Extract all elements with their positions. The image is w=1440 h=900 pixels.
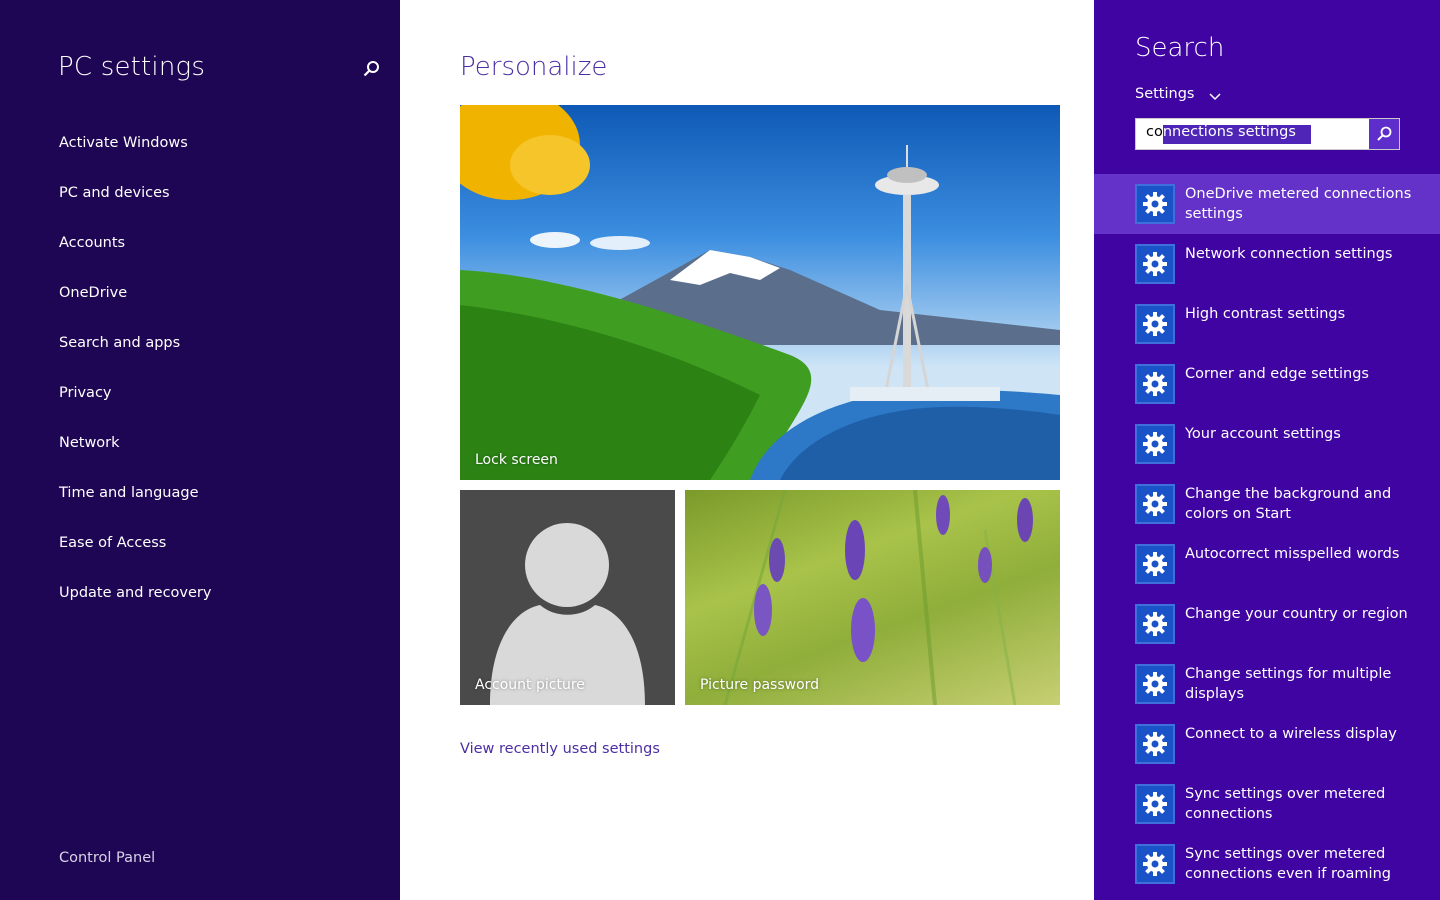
search-result-item[interactable]: Change settings for multiple displays — [1094, 654, 1440, 714]
search-result-item[interactable]: Network connection settings — [1094, 234, 1440, 294]
search-result-label: Network connection settings — [1185, 246, 1393, 262]
settings-gear-icon — [1135, 184, 1175, 224]
settings-gear-icon — [1135, 844, 1175, 884]
settings-gear-icon — [1135, 244, 1175, 284]
search-result-label: Connect to a wireless display — [1185, 726, 1397, 742]
personalize-page: Personalize Lock screen Account picture … — [400, 0, 1094, 900]
search-result-label: OneDrive metered connections settings — [1185, 186, 1412, 222]
nav-item-activate-windows[interactable]: Activate Windows — [59, 135, 188, 151]
lock-screen-label: Lock screen — [475, 452, 558, 468]
search-result-label: Change your country or region — [1185, 606, 1408, 622]
search-result-item[interactable]: Change your country or region — [1094, 594, 1440, 654]
settings-gear-icon — [1135, 304, 1175, 344]
settings-gear-icon — [1135, 484, 1175, 524]
search-result-item[interactable]: Autocorrect misspelled words — [1094, 534, 1440, 594]
search-result-item[interactable]: Corner and edge settings — [1094, 354, 1440, 414]
search-result-label: Sync settings over metered connections — [1185, 786, 1386, 822]
search-result-label: Change settings for multiple displays — [1185, 666, 1392, 702]
picture-password-label: Picture password — [700, 677, 820, 693]
search-box: connections settings — [1135, 118, 1400, 150]
search-result-label: Autocorrect misspelled words — [1185, 546, 1400, 562]
account-picture-tile[interactable]: Account picture — [460, 490, 675, 705]
settings-gear-icon — [1135, 604, 1175, 644]
lock-screen-image — [460, 105, 1060, 480]
search-result-item[interactable]: Your account settings — [1094, 414, 1440, 474]
page-title: Personalize — [460, 52, 608, 82]
settings-gear-icon — [1135, 424, 1175, 464]
search-result-label: Corner and edge settings — [1185, 366, 1369, 382]
search-charm-pane: Search Settings connections settings One… — [1094, 0, 1440, 900]
search-result-label: High contrast settings — [1185, 306, 1346, 322]
search-icon[interactable] — [362, 60, 380, 78]
lavender-image — [723, 490, 1033, 705]
settings-gear-icon — [1135, 364, 1175, 404]
nav-item-search-and-apps[interactable]: Search and apps — [59, 335, 180, 351]
account-picture-label: Account picture — [475, 677, 585, 693]
settings-gear-icon — [1135, 544, 1175, 584]
settings-gear-icon — [1135, 724, 1175, 764]
chevron-down-icon — [1209, 89, 1221, 101]
search-pane-title: Search — [1135, 33, 1225, 63]
picture-password-tile[interactable]: Picture password — [685, 490, 1060, 705]
nav-item-update-and-recovery[interactable]: Update and recovery — [59, 585, 211, 601]
search-scope-label: Settings — [1135, 86, 1195, 102]
settings-gear-icon — [1135, 784, 1175, 824]
search-result-item[interactable]: Change the background and colors on Star… — [1094, 474, 1440, 534]
settings-nav: PC settings Activate Windows PC and devi… — [0, 0, 400, 900]
search-scope-dropdown[interactable]: Settings — [1135, 86, 1221, 102]
search-result-label: Sync settings over metered connections e… — [1185, 846, 1391, 882]
search-button[interactable] — [1369, 119, 1399, 149]
search-result-item[interactable]: Connect to a wireless display — [1094, 714, 1440, 774]
control-panel-link[interactable]: Control Panel — [59, 850, 155, 866]
nav-item-privacy[interactable]: Privacy — [59, 385, 112, 401]
search-result-item[interactable]: OneDrive metered connections settings — [1094, 174, 1440, 234]
nav-item-pc-and-devices[interactable]: PC and devices — [59, 185, 170, 201]
settings-gear-icon — [1135, 664, 1175, 704]
search-result-label: Your account settings — [1185, 426, 1341, 442]
lock-screen-tile[interactable]: Lock screen — [460, 105, 1060, 480]
recently-used-settings-link[interactable]: View recently used settings — [460, 741, 660, 757]
search-result-item[interactable]: Sync settings over metered connections — [1094, 774, 1440, 834]
nav-item-ease-of-access[interactable]: Ease of Access — [59, 535, 166, 551]
nav-item-time-and-language[interactable]: Time and language — [59, 485, 199, 501]
nav-item-onedrive[interactable]: OneDrive — [59, 285, 127, 301]
search-icon — [1377, 126, 1392, 141]
user-silhouette-icon — [490, 523, 645, 705]
nav-item-network[interactable]: Network — [59, 435, 120, 451]
search-result-label: Change the background and colors on Star… — [1185, 486, 1392, 522]
search-result-item[interactable]: High contrast settings — [1094, 294, 1440, 354]
search-input[interactable] — [1136, 119, 1368, 149]
search-result-item[interactable]: Sync settings over metered connections e… — [1094, 834, 1440, 894]
nav-title: PC settings — [58, 52, 206, 82]
nav-item-accounts[interactable]: Accounts — [59, 235, 125, 251]
